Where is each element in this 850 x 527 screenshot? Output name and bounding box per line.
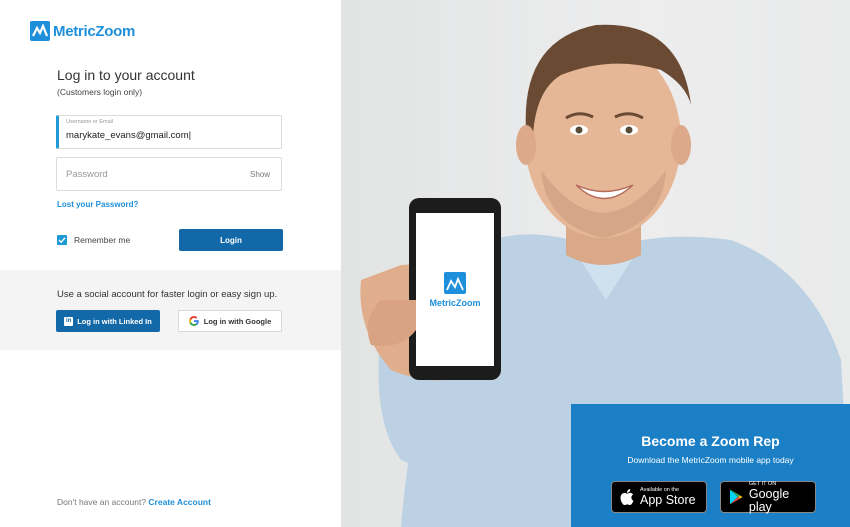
- promo-banner: Become a Zoom Rep Download the MetricZoo…: [571, 404, 850, 527]
- app-store-big: App Store: [640, 493, 696, 507]
- password-placeholder: Password: [66, 169, 108, 180]
- metriczoom-logo-icon: [30, 21, 50, 41]
- email-field-label: Username or Email: [66, 119, 114, 125]
- google-icon: [188, 316, 199, 326]
- remember-me[interactable]: Remember me: [57, 235, 130, 245]
- phone-screen-logo: MetricZoom: [429, 298, 480, 308]
- checkmark-icon: [58, 237, 66, 244]
- signup-prompt: Don't have an account? Create Account: [57, 497, 211, 507]
- page-title: Log in to your account: [57, 67, 195, 83]
- google-play-button[interactable]: GET IT ON Google play: [720, 481, 816, 513]
- brand-name: MetricZoom: [53, 22, 136, 40]
- hero-panel: MetricZoom Become a Zoom Rep Download th…: [341, 0, 850, 527]
- login-panel: MetricZoom Log in to your account (Custo…: [0, 0, 341, 527]
- google-button-label: Log in with Google: [203, 316, 272, 326]
- lost-password-link[interactable]: Lost your Password?: [57, 200, 138, 209]
- social-login-section: Use a social account for faster login or…: [0, 270, 341, 350]
- page-subtitle: (Customers login only): [57, 87, 143, 97]
- linkedin-icon: in: [64, 316, 74, 326]
- password-field[interactable]: Password Show: [56, 157, 282, 191]
- google-play-icon: [729, 489, 743, 505]
- brand-logo[interactable]: MetricZoom: [30, 21, 135, 41]
- email-field-value: marykate_evans@gmail.com|: [66, 130, 192, 141]
- remember-label: Remember me: [74, 235, 131, 245]
- signup-prompt-text: Don't have an account?: [57, 497, 147, 507]
- remember-checkbox[interactable]: [57, 235, 67, 245]
- email-field[interactable]: Username or Email marykate_evans@gmail.c…: [56, 115, 282, 149]
- linkedin-button-label: Log in with Linked In: [77, 316, 152, 326]
- social-login-text: Use a social account for faster login or…: [57, 289, 278, 300]
- linkedin-login-button[interactable]: in Log in with Linked In: [56, 310, 160, 332]
- promo-subtitle: Download the MetricZoom mobile app today: [627, 455, 794, 465]
- app-store-button[interactable]: Available on the App Store: [611, 481, 707, 513]
- google-play-big: Google play: [748, 486, 790, 514]
- show-password-button[interactable]: Show: [250, 170, 270, 179]
- promo-title: Become a Zoom Rep: [641, 433, 780, 449]
- google-login-button[interactable]: Log in with Google: [178, 310, 282, 332]
- apple-icon: [620, 489, 634, 505]
- login-button[interactable]: Login: [179, 229, 283, 251]
- create-account-link[interactable]: Create Account: [148, 497, 211, 507]
